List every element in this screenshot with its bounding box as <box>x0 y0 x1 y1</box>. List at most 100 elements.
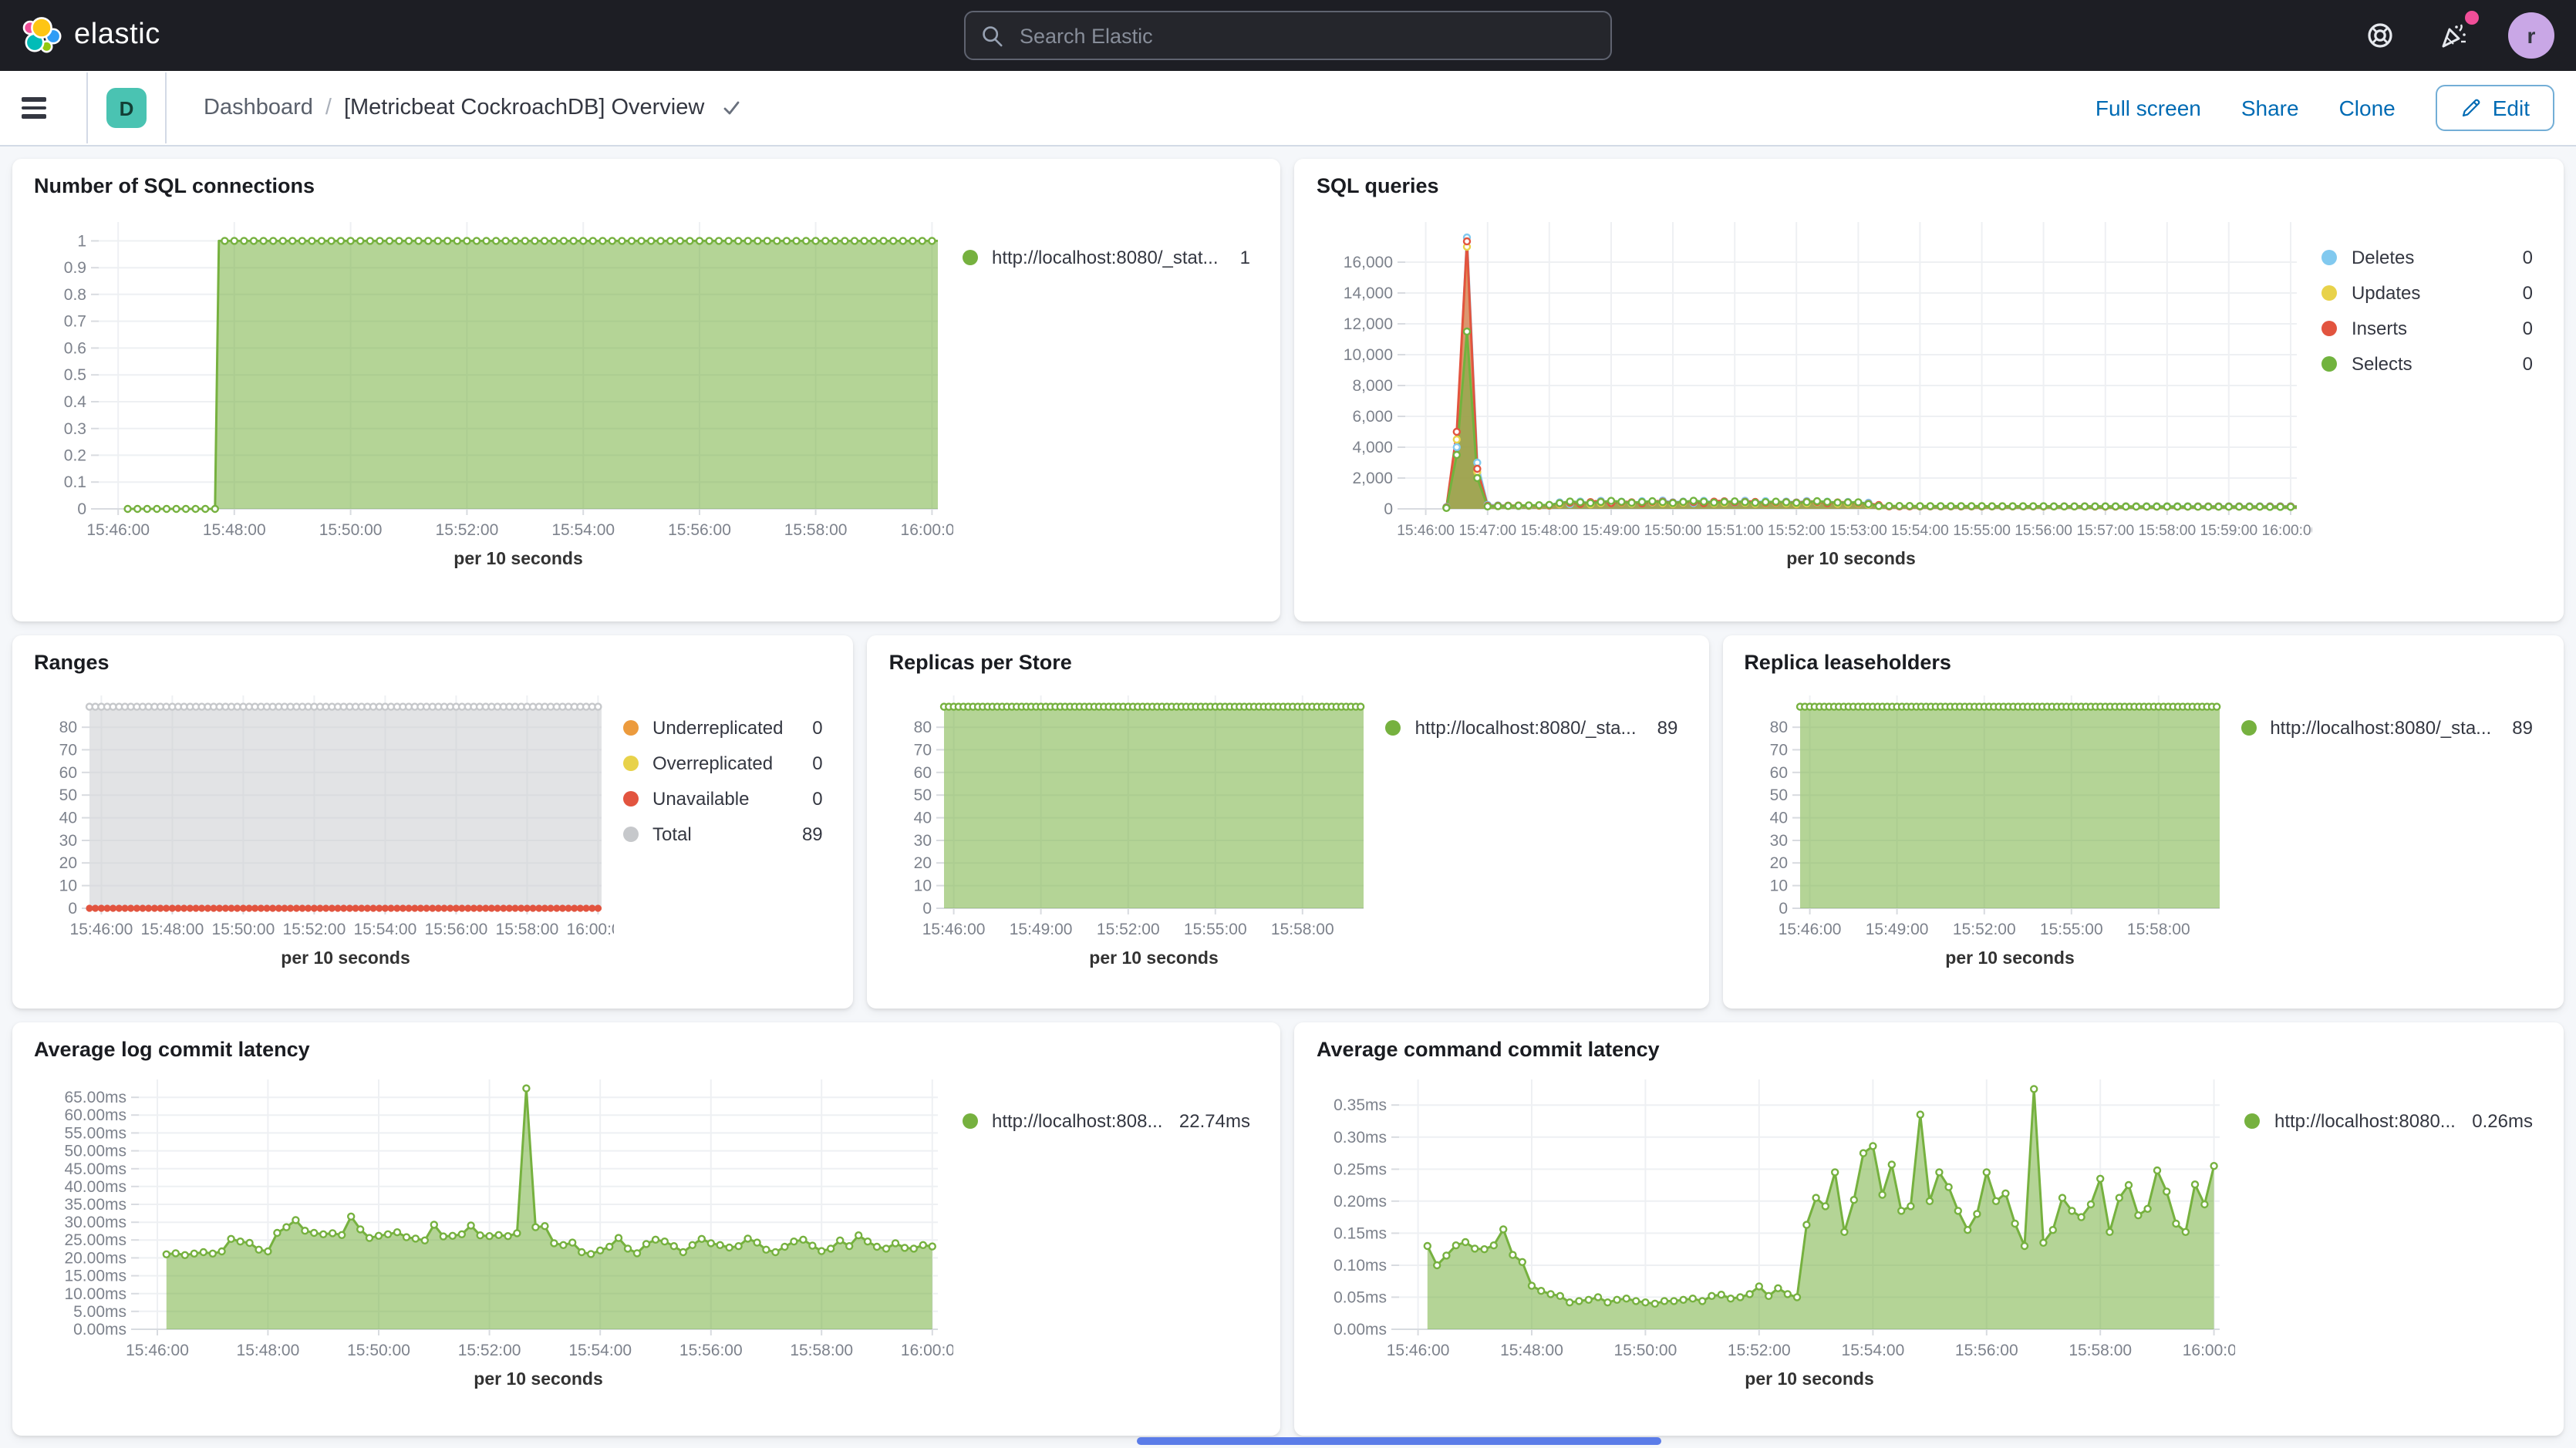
app-window: elastic <box>0 0 2576 1448</box>
chart-sql-queries[interactable]: 02,0004,0006,0008,00010,00012,00014,0001… <box>1310 200 2313 586</box>
legend-color-dot <box>623 827 639 842</box>
legend-color-dot <box>623 720 639 736</box>
chart-average-log-commit-latency[interactable]: 0.00ms5.00ms10.00ms15.00ms20.00ms25.00ms… <box>28 1064 953 1400</box>
legend-label: Updates <box>2352 282 2507 304</box>
svg-text:15:52:00: 15:52:00 <box>1952 921 2015 938</box>
svg-text:per 10 seconds: per 10 seconds <box>453 548 582 568</box>
svg-text:4,000: 4,000 <box>1353 439 1394 456</box>
legend-item[interactable]: Inserts0 <box>2322 318 2533 339</box>
chart-legend: http://localhost:8080/_stat...1 <box>953 200 1266 612</box>
svg-text:25.00ms: 25.00ms <box>64 1231 126 1249</box>
legend-item[interactable]: Overreplicated 0 <box>623 753 823 774</box>
legend-item[interactable]: http://localhost:8080/_sta...89 <box>1386 717 1678 739</box>
svg-text:per 10 seconds: per 10 seconds <box>281 948 410 968</box>
svg-text:15:56:00: 15:56:00 <box>2015 523 2073 539</box>
legend-value: 0 <box>812 753 822 774</box>
legend-item[interactable]: Selects0 <box>2322 353 2533 375</box>
legend-color-dot <box>2322 321 2338 336</box>
svg-text:15:58:00: 15:58:00 <box>2139 523 2197 539</box>
breadcrumb-dashboard-link[interactable]: Dashboard <box>204 96 313 120</box>
svg-text:15:52:00: 15:52:00 <box>458 1342 521 1359</box>
title-menu-button[interactable] <box>720 97 741 119</box>
legend-item[interactable]: http://localhost:8080/_sta...89 <box>2241 717 2533 739</box>
legend-value: 89 <box>802 823 823 845</box>
svg-text:50: 50 <box>1769 786 1787 804</box>
legend-item[interactable]: http://localhost:808...22.74ms <box>963 1110 1250 1132</box>
svg-text:15:51:00: 15:51:00 <box>1707 523 1765 539</box>
svg-text:1: 1 <box>77 232 86 250</box>
legend-item[interactable]: Unavailable0 <box>623 788 823 810</box>
panel-title[interactable]: Average command commit latency <box>1295 1022 2564 1061</box>
search-input[interactable] <box>1017 22 1595 49</box>
svg-text:0: 0 <box>923 900 932 918</box>
legend-value: 89 <box>1657 717 1678 739</box>
chart-average-command-commit-latency[interactable]: 0.00ms0.05ms0.10ms0.15ms0.20ms0.25ms0.30… <box>1310 1064 2236 1400</box>
share-button[interactable]: Share <box>2241 96 2299 120</box>
clone-button[interactable]: Clone <box>2339 96 2396 120</box>
menu-button[interactable] <box>22 85 68 131</box>
svg-text:15:52:00: 15:52:00 <box>283 921 346 938</box>
legend-label: Overreplicated <box>652 753 797 774</box>
edit-button[interactable]: Edit <box>2436 85 2554 131</box>
panel-title[interactable]: Average log commit latency <box>12 1022 1281 1061</box>
full-screen-button[interactable]: Full screen <box>2096 96 2201 120</box>
chart-legend: Underreplicated0 Overreplicated 0 Unavailab… <box>614 677 838 999</box>
svg-text:15:46:00: 15:46:00 <box>86 521 150 539</box>
chart-number-of-sql-connections[interactable]: 00.10.20.30.40.50.60.70.80.9115:46:0015:… <box>28 200 953 586</box>
svg-text:55.00ms: 55.00ms <box>64 1124 126 1142</box>
svg-text:14,000: 14,000 <box>1344 285 1394 302</box>
help-button[interactable] <box>2360 15 2400 56</box>
svg-text:15:54:00: 15:54:00 <box>1842 1342 1905 1359</box>
svg-text:50: 50 <box>59 786 77 804</box>
legend-color-dot <box>623 756 639 771</box>
svg-text:15:56:00: 15:56:00 <box>668 521 731 539</box>
svg-text:15:52:00: 15:52:00 <box>1728 1342 1792 1359</box>
legend-label: Selects <box>2352 353 2507 375</box>
elastic-cluster-icon <box>22 15 62 56</box>
panel-title[interactable]: Number of SQL connections <box>12 159 1281 197</box>
svg-text:15:56:00: 15:56:00 <box>1956 1342 2019 1359</box>
panel-title[interactable]: Replica leaseholders <box>1722 635 2564 674</box>
panel-title[interactable]: Replicas per Store <box>868 635 1709 674</box>
svg-text:15:50:00: 15:50:00 <box>1645 523 1703 539</box>
chart-replica-leaseholders[interactable]: 0102030405060708015:46:0015:49:0015:52:0… <box>1738 677 2231 979</box>
legend-item[interactable]: Underreplicated0 <box>623 717 823 739</box>
panel-title[interactable]: Ranges <box>12 635 854 674</box>
panel-sql-queries: SQL queries 02,0004,0006,0008,00010,0001… <box>1295 159 2564 621</box>
whats-new-button[interactable] <box>2434 15 2474 56</box>
svg-text:8,000: 8,000 <box>1353 377 1394 395</box>
svg-text:0.30ms: 0.30ms <box>1334 1129 1387 1147</box>
svg-text:10: 10 <box>59 877 77 895</box>
svg-text:15:58:00: 15:58:00 <box>2126 921 2190 938</box>
legend-item[interactable]: Updates0 <box>2322 282 2533 304</box>
user-avatar[interactable]: r <box>2508 12 2554 59</box>
legend-item[interactable]: http://localhost:8080...0.26ms <box>2245 1110 2533 1132</box>
svg-text:0: 0 <box>77 500 86 518</box>
chart-legend: http://localhost:8080...0.26ms <box>2236 1064 2548 1426</box>
legend-color-dot <box>2322 285 2338 301</box>
panel-title[interactable]: SQL queries <box>1295 159 2564 197</box>
svg-text:5.00ms: 5.00ms <box>73 1303 126 1321</box>
chart-replicas-per-store[interactable]: 0102030405060708015:46:0015:49:0015:52:0… <box>883 677 1377 979</box>
svg-text:50: 50 <box>914 786 932 804</box>
svg-text:65.00ms: 65.00ms <box>64 1089 126 1106</box>
svg-text:16:00:00: 16:00:00 <box>901 521 953 539</box>
svg-text:16:00:00: 16:00:00 <box>2183 1342 2236 1359</box>
elastic-logo[interactable]: elastic <box>22 15 160 56</box>
dashboard-app-badge[interactable]: D <box>106 88 147 128</box>
global-search[interactable] <box>964 11 1612 60</box>
svg-text:0.15ms: 0.15ms <box>1334 1224 1387 1242</box>
svg-text:15:46:00: 15:46:00 <box>126 1342 189 1359</box>
svg-text:15:48:00: 15:48:00 <box>203 521 266 539</box>
svg-text:0.35ms: 0.35ms <box>1334 1096 1387 1114</box>
legend-color-dot <box>2245 1113 2261 1129</box>
svg-text:per 10 seconds: per 10 seconds <box>1787 548 1916 568</box>
svg-text:20: 20 <box>914 854 932 872</box>
chart-ranges[interactable]: 0102030405060708015:46:0015:48:0015:50:0… <box>28 677 614 979</box>
legend-item[interactable]: http://localhost:8080/_stat...1 <box>963 247 1250 268</box>
legend-color-dot <box>2241 720 2256 736</box>
horizontal-scrollbar-thumb[interactable] <box>1137 1437 1661 1445</box>
legend-item[interactable]: Total89 <box>623 823 823 845</box>
legend-item[interactable]: Deletes0 <box>2322 247 2533 268</box>
legend-label: Unavailable <box>652 788 797 810</box>
